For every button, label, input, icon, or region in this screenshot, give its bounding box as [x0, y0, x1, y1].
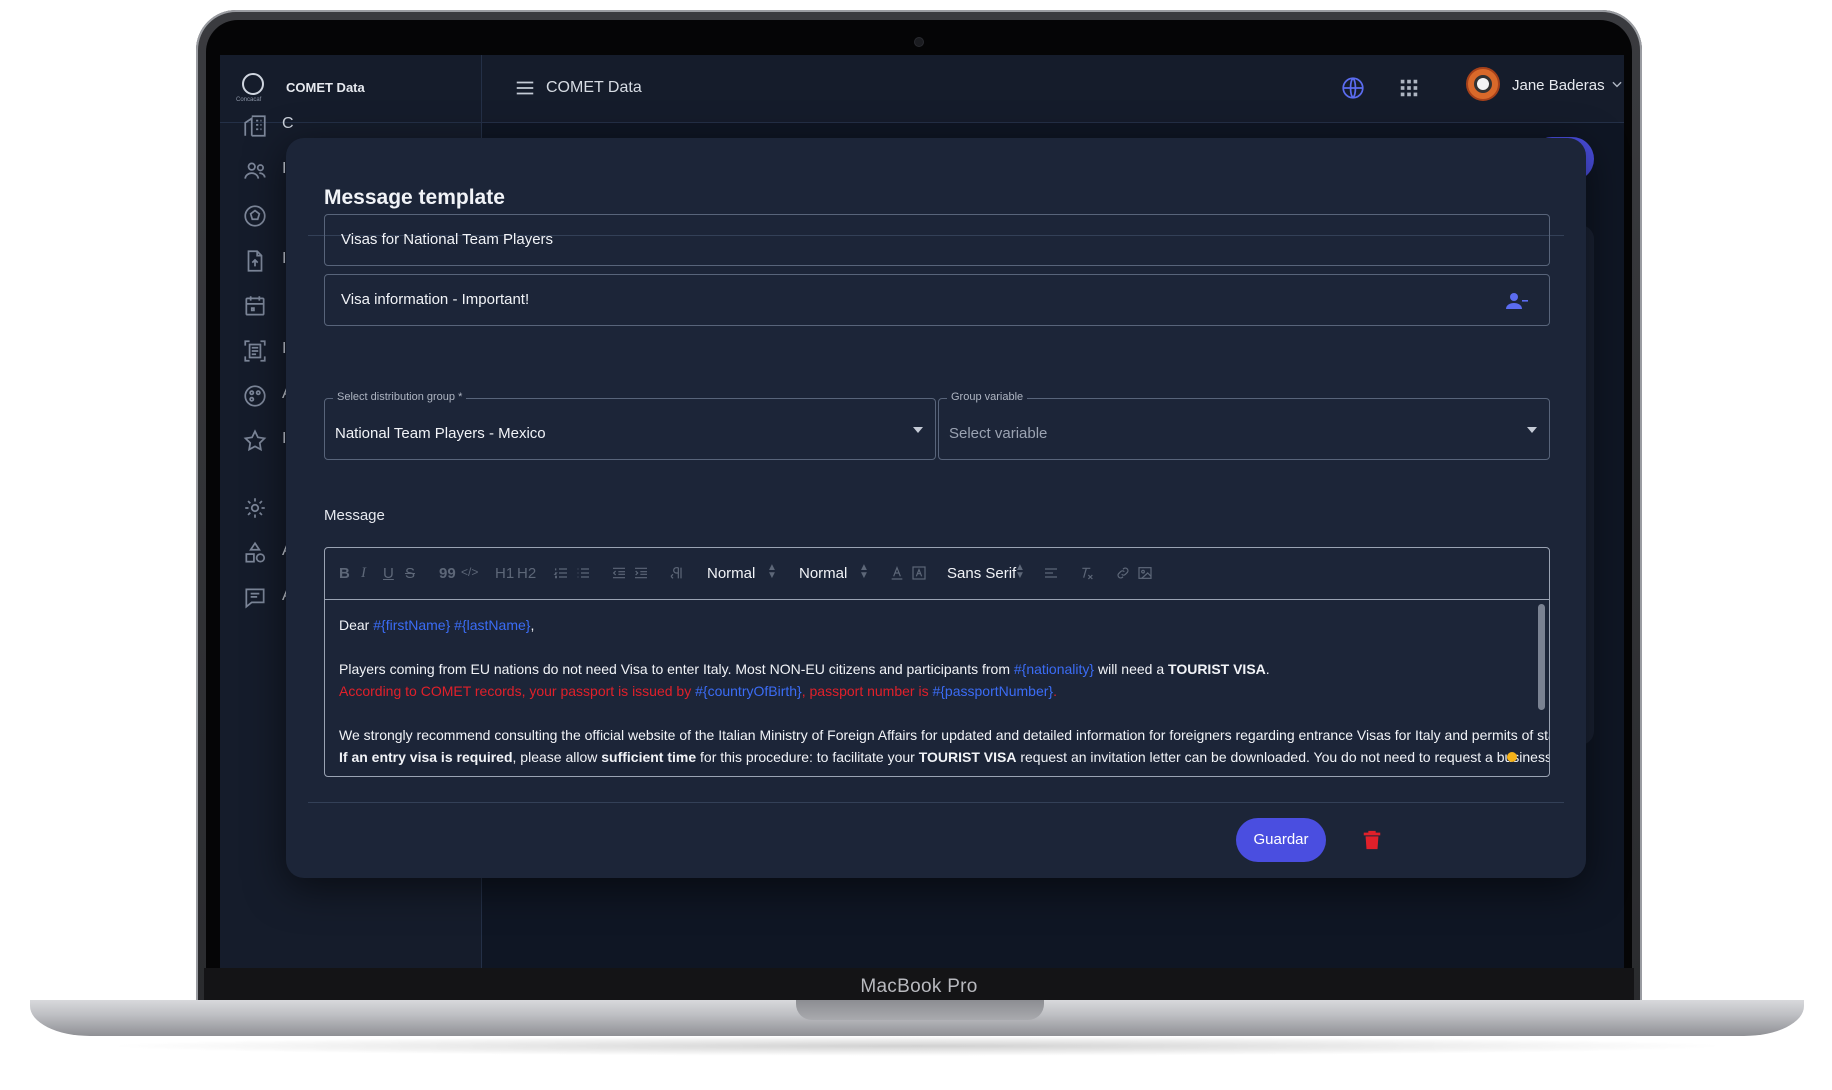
- laptop-notch: [796, 1000, 1044, 1020]
- h1-button[interactable]: H1: [495, 565, 514, 582]
- message-line: If an entry visa is required, please all…: [339, 749, 1550, 765]
- message-template-modal: Message template Visas for National Team…: [286, 138, 1586, 878]
- camera: [915, 38, 923, 46]
- divider: [308, 802, 1564, 803]
- outdent-icon[interactable]: [611, 565, 627, 585]
- add-user-icon[interactable]: [1505, 289, 1529, 313]
- underline-button[interactable]: U: [383, 565, 394, 582]
- trash-icon[interactable]: [1361, 828, 1383, 852]
- modal-title: Message template: [324, 186, 505, 209]
- link-icon[interactable]: [1115, 565, 1131, 585]
- group-variable-label: Group variable: [947, 391, 1028, 403]
- chevron-down-icon[interactable]: [1610, 77, 1624, 91]
- cursor-indicator: [1507, 752, 1517, 762]
- code-button[interactable]: </>: [461, 565, 478, 579]
- sort-arrows-icon: ▲ ▼: [767, 562, 777, 581]
- group-variable-select[interactable]: Group variable Select variable: [938, 391, 1550, 460]
- bullet-list-icon[interactable]: [575, 565, 591, 585]
- distribution-group-value: National Team Players - Mexico: [335, 425, 546, 442]
- variable-token: #{firstName}: [373, 617, 451, 633]
- users-icon[interactable]: [242, 158, 268, 184]
- globe-icon[interactable]: [1340, 75, 1366, 101]
- group-variable-placeholder: Select variable: [949, 425, 1048, 442]
- message-label: Message: [324, 507, 385, 524]
- avatar-ball-icon: [1474, 75, 1492, 93]
- palette-icon[interactable]: [242, 383, 268, 409]
- message-line: According to COMET records, your passpor…: [339, 683, 1057, 699]
- italic-button[interactable]: I: [361, 565, 366, 582]
- topbar-title: COMET Data: [546, 79, 642, 96]
- sidebar-item-label: C: [282, 115, 294, 132]
- background-color-icon[interactable]: [911, 565, 927, 585]
- clear-format-icon[interactable]: [1079, 565, 1095, 585]
- message-line: We strongly recommend consulting the off…: [339, 727, 1550, 743]
- apps-grid-icon[interactable]: [1398, 77, 1420, 99]
- device-label: MacBook Pro: [860, 976, 978, 997]
- calendar-icon[interactable]: [242, 293, 268, 319]
- font-family-select[interactable]: Sans Serif: [947, 565, 1016, 582]
- image-icon[interactable]: [1137, 565, 1153, 585]
- text-direction-icon[interactable]: [669, 565, 685, 585]
- buildings-icon[interactable]: [242, 113, 268, 139]
- distribution-group-label: Select distribution group *: [333, 391, 467, 403]
- strike-button[interactable]: S: [405, 565, 415, 582]
- distribution-group-select[interactable]: Select distribution group * National Tea…: [324, 391, 936, 460]
- star-icon[interactable]: [242, 428, 268, 454]
- variable-token: #{countryOfBirth}: [695, 683, 802, 699]
- subject-value: Visa information - Important!: [341, 291, 530, 308]
- message-icon[interactable]: [242, 585, 268, 611]
- gear-icon[interactable]: [242, 495, 268, 521]
- quote-button[interactable]: 99: [439, 565, 456, 582]
- variable-token: #{passportNumber}: [932, 683, 1054, 699]
- laptop-chin: MacBook Pro: [204, 968, 1634, 1002]
- variable-token: #{nationality}: [1013, 661, 1095, 677]
- sort-arrows-icon: ▲ ▼: [859, 562, 869, 581]
- brand-logo-icon: [242, 73, 264, 95]
- message-line: Players coming from EU nations do not ne…: [339, 661, 1270, 677]
- font-size-select[interactable]: Normal: [799, 565, 847, 582]
- text-color-icon[interactable]: [889, 565, 905, 585]
- scan-document-icon[interactable]: [242, 338, 268, 364]
- topbar: COMET Data Jane Baderas: [482, 55, 1624, 123]
- brand-name: COMET Data: [286, 80, 365, 95]
- indent-icon[interactable]: [633, 565, 649, 585]
- template-name-input[interactable]: Visas for National Team Players: [324, 214, 1550, 266]
- brand-sub: Concacaf: [236, 97, 262, 103]
- avatar[interactable]: [1466, 67, 1500, 101]
- sort-arrows-icon: ▲ ▼: [1015, 562, 1025, 581]
- save-button[interactable]: Guardar: [1236, 818, 1326, 862]
- template-name-value: Visas for National Team Players: [341, 231, 554, 248]
- message-editor[interactable]: B I U S 99 </> H1 H2 Normal ▲ ▼ Normal ▲…: [324, 547, 1550, 777]
- caret-down-icon: [913, 427, 923, 433]
- variable-token: #{lastName}: [454, 617, 531, 633]
- header-size-select[interactable]: Normal: [707, 565, 755, 582]
- bold-button[interactable]: B: [339, 565, 350, 582]
- document-upload-icon[interactable]: [242, 248, 268, 274]
- ordered-list-icon[interactable]: [553, 565, 569, 585]
- h2-button[interactable]: H2: [517, 565, 536, 582]
- caret-down-icon: [1527, 427, 1537, 433]
- soccer-ball-icon[interactable]: [242, 203, 268, 229]
- laptop-shadow: [100, 1036, 1734, 1056]
- message-line: Dear #{firstName} #{lastName},: [339, 617, 535, 633]
- shapes-icon[interactable]: [242, 540, 268, 566]
- editor-scrollbar[interactable]: [1538, 604, 1545, 710]
- editor-toolbar: B I U S 99 </> H1 H2 Normal ▲ ▼ Normal ▲…: [325, 548, 1549, 600]
- menu-icon[interactable]: [514, 77, 536, 99]
- message-content[interactable]: Dear #{firstName} #{lastName}, Players c…: [339, 614, 1550, 768]
- user-name[interactable]: Jane Baderas: [1512, 77, 1605, 94]
- subject-input[interactable]: Visa information - Important!: [324, 274, 1550, 326]
- align-icon[interactable]: [1043, 565, 1059, 585]
